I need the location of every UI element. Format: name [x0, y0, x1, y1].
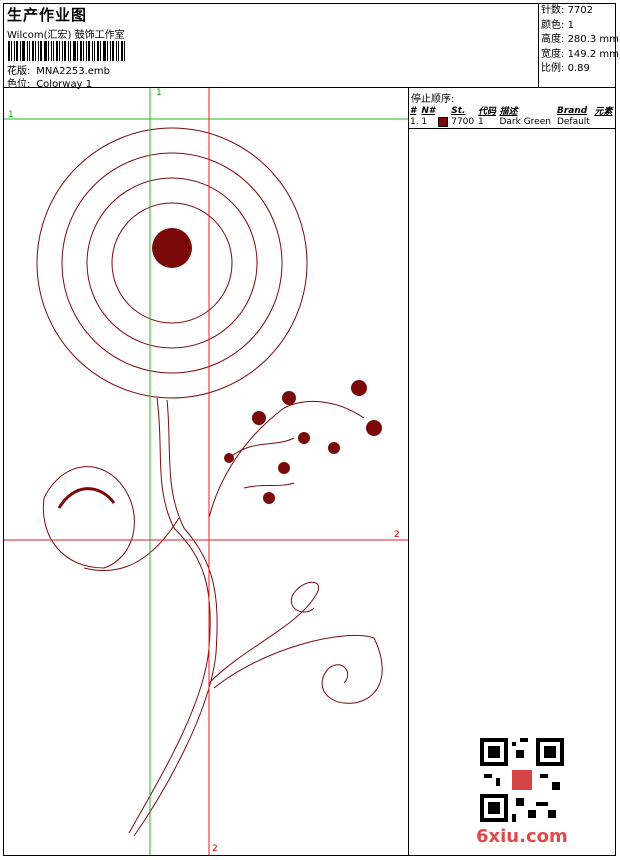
barcode-bar — [116, 41, 117, 61]
barcode-bar — [97, 41, 99, 61]
barcode-bar — [77, 41, 78, 61]
barcode-bar — [86, 41, 87, 61]
barcode-bar — [124, 41, 125, 61]
barcode-bar — [73, 41, 76, 61]
barcode-bar — [112, 41, 114, 61]
guide-label-bottom: 2 — [212, 844, 218, 854]
barcode-bar — [118, 41, 119, 61]
barcode-bar — [29, 41, 30, 61]
barcode-bar — [92, 41, 93, 61]
barcode-bar — [94, 41, 95, 61]
thread-color-swatch — [438, 117, 449, 127]
col-index: # — [410, 105, 417, 116]
guide-lines — [4, 88, 408, 855]
barcode-bar — [83, 41, 84, 61]
barcode — [8, 41, 143, 61]
qr-code — [480, 738, 564, 822]
col-code: 代码 — [477, 107, 496, 117]
barcode-bar — [44, 41, 47, 61]
barcode-bar — [8, 41, 10, 61]
barcode-bar — [62, 41, 63, 61]
embroidery-drawing — [4, 88, 408, 855]
barcode-bar — [11, 41, 12, 61]
barcode-bar — [121, 41, 123, 61]
barcode-bar — [70, 41, 71, 61]
tendril-spiral — [208, 581, 383, 704]
stop-sequence-table: # N# St. 代码 描述 Brand 元素 1. 1 7700 1 Dark… — [409, 104, 615, 128]
design-canvas: 1 1 2 2 — [4, 88, 408, 855]
barcode-bar — [14, 41, 15, 61]
barcode-bar — [40, 41, 42, 61]
stop-sequence-panel: 停止顺序: # N# St. 代码 描述 Brand 元素 1. 1 7700 … — [409, 88, 615, 129]
guide-label-right: 2 — [394, 530, 400, 540]
barcode-bar — [100, 41, 101, 61]
header-info: 生产作业图 Wilcom(汇宏) 鼓饰工作室 花版: MNA2253.emb 色… — [4, 4, 538, 90]
company-name: Wilcom(汇宏) 鼓饰工作室 — [7, 30, 125, 41]
barcode-bar — [107, 41, 108, 61]
barcode-bar — [68, 41, 69, 61]
page-title: 生产作业图 — [7, 6, 88, 24]
barcode-bar — [59, 41, 60, 61]
barcode-bar — [27, 41, 28, 61]
barcode-bar — [53, 41, 54, 61]
col-desc: 描述 — [499, 107, 518, 117]
stat-scale: 比例: 0.89 — [541, 63, 590, 75]
barcode-bar — [38, 41, 39, 61]
barcode-bar — [80, 41, 82, 61]
barcode-bar — [64, 41, 66, 61]
col-st: St. — [451, 105, 466, 116]
stop-sequence-heading: 停止顺序: — [411, 94, 455, 105]
header-divider — [538, 3, 539, 87]
left-stem-branch — [83, 517, 180, 572]
col-swatch — [437, 104, 450, 117]
stats-block: 针数: 7702 颜色: 1 高度: 280.3 mm 宽度: 149.2 mm… — [541, 4, 619, 77]
table-row: 1. 1 7700 1 Dark Green Default — [410, 117, 590, 128]
table-rule — [409, 127, 615, 129]
guide-label-top: 1 — [156, 88, 162, 98]
barcode-bar — [110, 41, 111, 61]
barcode-bar — [35, 41, 36, 61]
leaf-left — [42, 466, 135, 569]
barcode-bar — [48, 41, 49, 61]
barcode-bar — [16, 41, 18, 61]
stat-colors: 颜色: 1 — [541, 19, 574, 31]
barcode-bar — [22, 41, 25, 61]
stat-stitches: 针数: 7702 — [541, 5, 594, 16]
barcode-bar — [32, 41, 34, 61]
barcode-bar — [56, 41, 58, 61]
barcode-bar — [20, 41, 21, 61]
barcode-bar — [88, 41, 90, 61]
col-n: N# — [421, 105, 436, 116]
stat-height: 高度: 280.3 mm — [541, 34, 619, 46]
watermark: 6xiu.com — [476, 826, 568, 847]
canvas-divider — [408, 88, 409, 855]
col-brand: Brand — [556, 105, 588, 116]
barcode-bar — [103, 41, 106, 61]
barcode-bar — [51, 41, 52, 61]
guide-label-left: 1 — [8, 110, 14, 120]
stem — [128, 397, 218, 837]
flower-center — [152, 228, 192, 268]
col-elem: 元素 — [594, 107, 613, 117]
stat-width: 宽度: 149.2 mm — [541, 48, 619, 60]
